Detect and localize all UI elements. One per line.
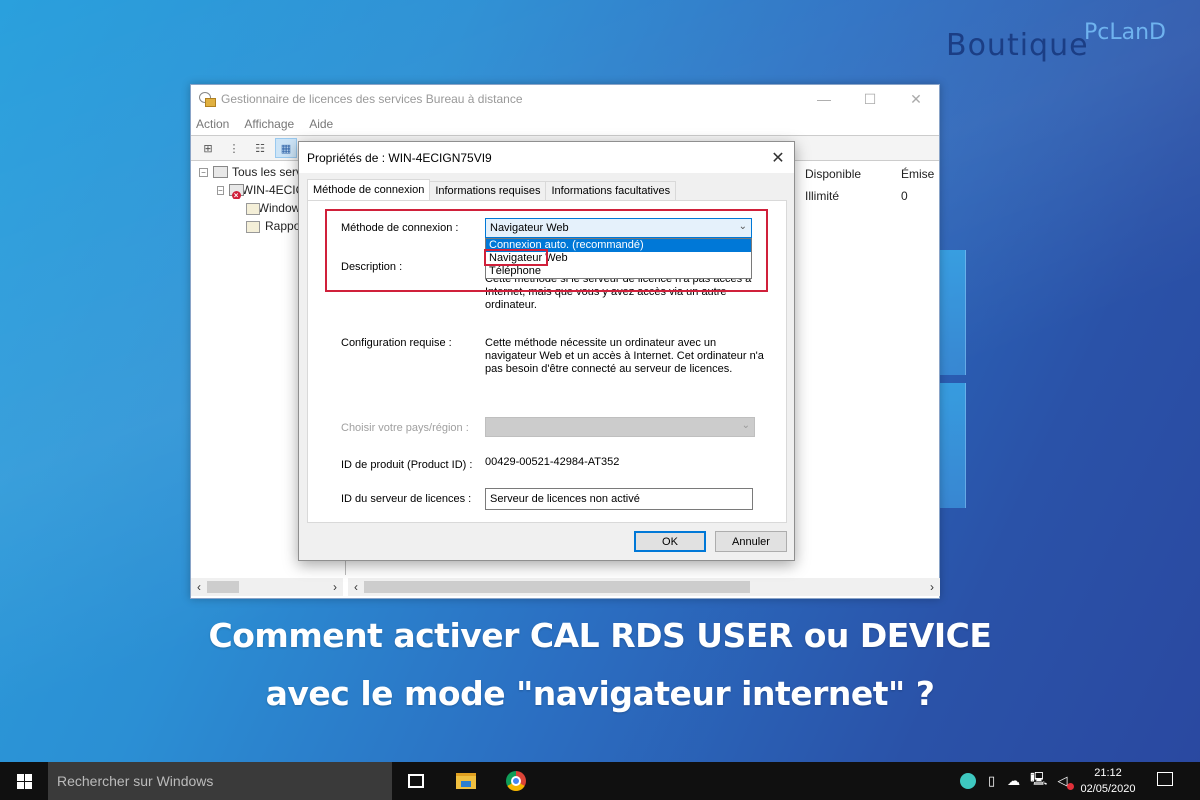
search-placeholder: Rechercher sur Windows xyxy=(57,773,214,789)
chrome-button[interactable] xyxy=(496,762,536,800)
dialog-title: Propriétés de : WIN-4ECIGN75VI9 xyxy=(307,150,492,165)
system-tray: ▯ ☁ 🖳 ◁ xyxy=(960,762,1074,800)
start-button[interactable] xyxy=(0,762,48,800)
scroll-left-icon[interactable]: ‹ xyxy=(191,580,207,594)
maximize-button[interactable]: ☐ xyxy=(847,85,893,113)
edge-tray-icon[interactable] xyxy=(960,773,976,789)
scroll-right-icon[interactable]: › xyxy=(327,580,343,594)
column-disponible[interactable]: Disponible xyxy=(801,167,901,181)
brand-part1: Boutique xyxy=(946,28,1089,63)
taskbar-search-box[interactable]: Rechercher sur Windows xyxy=(48,762,392,800)
wallpaper-logo-pane xyxy=(938,383,966,508)
menu-action[interactable]: Action xyxy=(196,117,229,131)
details-view-icon[interactable]: ☷ xyxy=(249,138,271,158)
caption-line-1: Comment activer CAL RDS USER ou DEVICE xyxy=(208,616,992,655)
menu-aide[interactable]: Aide xyxy=(309,117,333,131)
cloud-icon[interactable]: ☁ xyxy=(1007,773,1020,789)
close-button[interactable]: ✕ xyxy=(893,85,939,113)
license-pack-icon xyxy=(245,201,260,215)
collapse-icon[interactable]: − xyxy=(199,167,208,177)
task-view-icon xyxy=(408,774,424,788)
clock[interactable]: 21:12 02/05/2020 xyxy=(1078,765,1138,797)
collapse-icon[interactable]: − xyxy=(217,185,224,195)
product-id-label: ID de produit (Product ID) : xyxy=(341,459,473,471)
list-view-icon[interactable]: ⋮ xyxy=(223,138,245,158)
method-label: Méthode de connexion : xyxy=(341,222,459,234)
scroll-left-icon[interactable]: ‹ xyxy=(348,580,364,594)
cell-emise: 0 xyxy=(901,189,908,203)
server-error-icon xyxy=(228,183,244,199)
list-horizontal-scrollbar[interactable]: ‹ › xyxy=(348,578,940,596)
clock-time: 21:12 xyxy=(1094,767,1122,779)
tab-methode-connexion[interactable]: Méthode de connexion xyxy=(307,179,431,200)
chevron-down-icon: ⌄ xyxy=(741,420,750,431)
table-row[interactable]: Illimité 0 xyxy=(801,185,941,207)
config-text: Cette méthode nécessite un ordinateur av… xyxy=(485,337,764,375)
product-id-value: 00429-00521-42984-AT352 xyxy=(485,456,620,468)
method-dropdown-list: Connexion auto. (recommandé) Navigateur … xyxy=(485,238,752,279)
tab-panel: Méthode de connexion : Navigateur Web ⌄ … xyxy=(307,200,787,523)
chrome-icon xyxy=(506,771,526,791)
country-select[interactable]: ⌄ xyxy=(485,417,755,437)
dialog-tabs: Méthode de connexion Informations requis… xyxy=(307,179,677,200)
cell-disponible: Illimité xyxy=(805,189,840,203)
brand-logo: Boutique PcLanD xyxy=(946,20,1166,63)
country-label: Choisir votre pays/région : xyxy=(341,422,469,434)
network-icon[interactable]: 🖳 xyxy=(1030,770,1047,792)
scroll-thumb[interactable] xyxy=(207,581,239,593)
windows-logo-icon xyxy=(16,773,32,789)
menu-bar: Action Affichage Aide xyxy=(191,113,939,135)
chevron-down-icon: ⌄ xyxy=(738,221,747,232)
scroll-right-icon[interactable]: › xyxy=(924,580,940,594)
tab-informations-requises[interactable]: Informations requises xyxy=(429,181,547,200)
caption-line-2: avec le mode "navigateur internet" ? xyxy=(265,674,935,713)
minimize-button[interactable]: — xyxy=(801,85,847,113)
servers-icon xyxy=(212,165,228,179)
column-emise[interactable]: Émise xyxy=(901,167,934,181)
description-label: Description : xyxy=(341,261,403,273)
list-header: Disponible Émise xyxy=(801,163,941,185)
cancel-button[interactable]: Annuler xyxy=(715,531,787,552)
file-explorer-button[interactable] xyxy=(446,762,486,800)
brand-part2: PcLanD xyxy=(1084,20,1166,45)
clock-date: 02/05/2020 xyxy=(1080,783,1136,795)
ok-button[interactable]: OK xyxy=(634,531,706,552)
server-id-value: Serveur de licences non activé xyxy=(490,493,640,505)
folder-icon xyxy=(456,773,476,789)
menu-affichage[interactable]: Affichage xyxy=(244,117,294,131)
option-navigateur-web[interactable]: Navigateur Web xyxy=(486,252,751,265)
task-view-button[interactable] xyxy=(396,762,436,800)
tree-view-icon[interactable]: ⊞ xyxy=(197,138,219,158)
license-list: Disponible Émise Illimité 0 xyxy=(801,163,941,207)
option-connexion-auto[interactable]: Connexion auto. (recommandé) xyxy=(486,239,751,252)
method-select[interactable]: Navigateur Web ⌄ xyxy=(485,218,752,238)
scroll-thumb[interactable] xyxy=(364,581,750,593)
config-label: Configuration requise : xyxy=(341,337,452,349)
notifications-icon[interactable] xyxy=(1157,772,1173,786)
volume-muted-icon[interactable]: ◁ xyxy=(1058,773,1074,790)
server-id-label: ID du serveur de licences : xyxy=(341,493,472,505)
usb-icon[interactable]: ▯ xyxy=(988,773,995,789)
dialog-title-bar: Propriétés de : WIN-4ECIGN75VI9 xyxy=(299,142,794,173)
method-select-value: Navigateur Web xyxy=(490,222,569,234)
tree-horizontal-scrollbar[interactable]: ‹ › xyxy=(191,578,343,596)
option-telephone[interactable]: Téléphone xyxy=(486,265,751,278)
properties-dialog: Propriétés de : WIN-4ECIGN75VI9 ✕ Méthod… xyxy=(298,141,795,561)
dialog-close-icon[interactable]: ✕ xyxy=(762,142,794,173)
server-id-field[interactable]: Serveur de licences non activé xyxy=(485,488,753,510)
tab-informations-facultatives[interactable]: Informations facultatives xyxy=(545,181,677,200)
reports-icon xyxy=(245,219,261,233)
grid-view-icon[interactable]: ▦ xyxy=(275,138,297,158)
wallpaper-logo-pane xyxy=(938,250,966,375)
license-manager-icon xyxy=(199,92,216,107)
window-title: Gestionnaire de licences des services Bu… xyxy=(221,92,523,106)
